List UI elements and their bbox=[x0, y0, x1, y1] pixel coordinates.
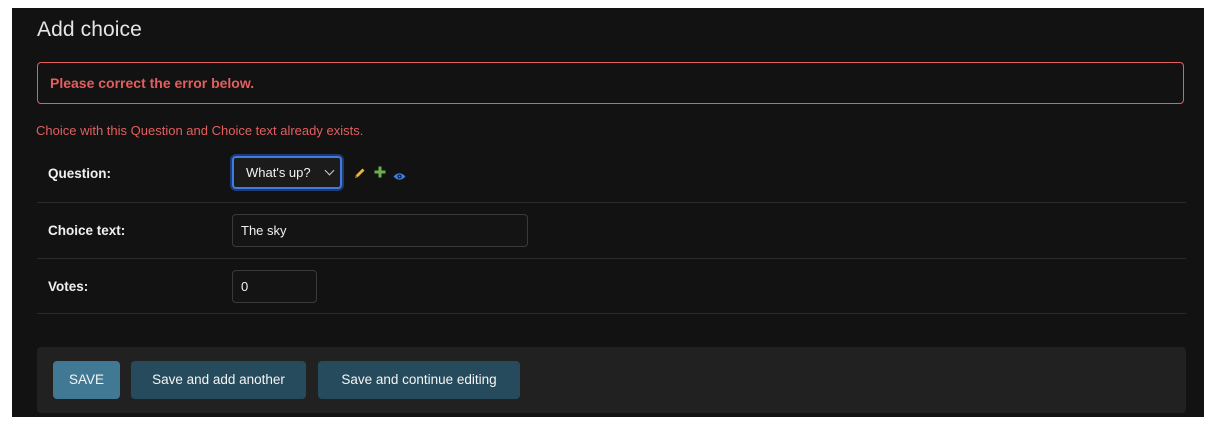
save-and-add-another-button[interactable]: Save and add another bbox=[131, 361, 306, 399]
nonfield-error: Choice with this Question and Choice tex… bbox=[36, 123, 364, 138]
form-row-choice-text: Choice text: The sky bbox=[37, 203, 1186, 259]
save-button[interactable]: Save bbox=[53, 361, 120, 399]
plus-icon[interactable] bbox=[374, 165, 386, 183]
eye-icon[interactable] bbox=[393, 168, 406, 186]
question-select[interactable]: What's up? bbox=[232, 156, 342, 189]
votes-input[interactable]: 0 bbox=[232, 270, 317, 303]
admin-content: Add choice Please correct the error belo… bbox=[12, 8, 1204, 417]
choice-text-label: Choice text: bbox=[48, 223, 126, 238]
question-select-value: What's up? bbox=[246, 165, 311, 180]
pencil-icon[interactable] bbox=[354, 166, 366, 184]
error-note: Please correct the error below. bbox=[37, 62, 1184, 104]
save-and-continue-button[interactable]: Save and continue editing bbox=[318, 361, 520, 399]
submit-row: Save Save and add another Save and conti… bbox=[37, 347, 1186, 413]
votes-label: Votes: bbox=[48, 279, 89, 294]
page-title: Add choice bbox=[37, 18, 142, 41]
chevron-down-icon bbox=[324, 165, 335, 176]
question-label: Question: bbox=[48, 166, 111, 181]
form-row-votes: Votes: 0 bbox=[37, 259, 1186, 314]
choice-text-input[interactable]: The sky bbox=[232, 214, 528, 247]
form-row-question: Question: What's up? bbox=[37, 145, 1186, 203]
